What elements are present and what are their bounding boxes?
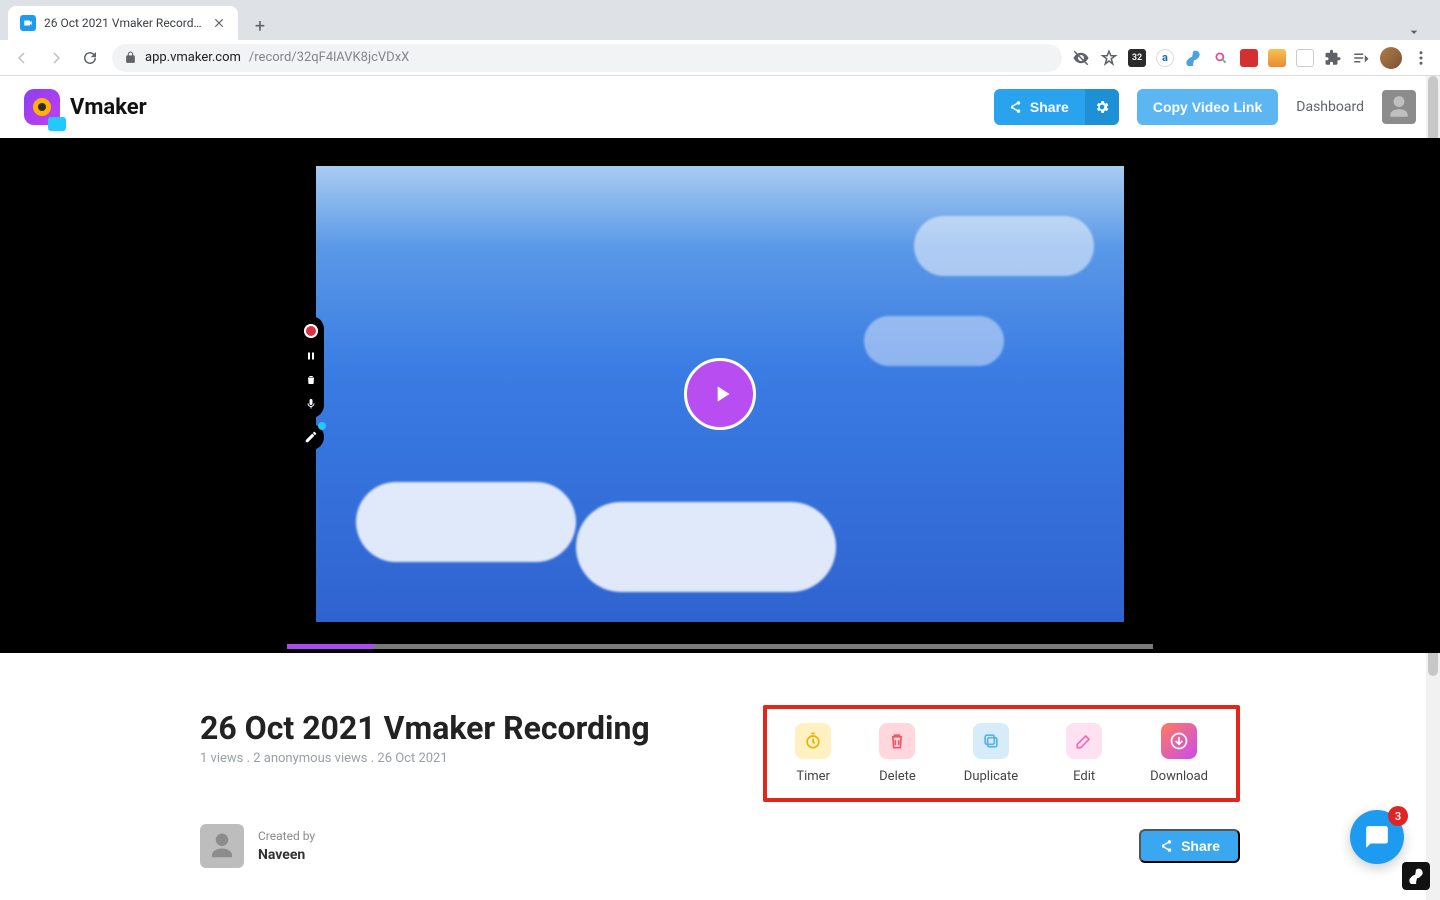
extension-red-icon[interactable] (1240, 49, 1258, 67)
copy-video-link-button[interactable]: Copy Video Link (1137, 89, 1278, 125)
new-tab-button[interactable]: + (246, 12, 274, 40)
brand-logo-icon (24, 89, 60, 125)
dashboard-link[interactable]: Dashboard (1296, 99, 1364, 115)
url-path: /record/32qF4lAVK8jcVDxX (249, 50, 409, 65)
created-by-label: Created by (258, 829, 315, 843)
tab-strip: 26 Oct 2021 Vmaker Recording + (0, 0, 1440, 40)
browser-chrome: 26 Oct 2021 Vmaker Recording + app.vmake… (0, 0, 1440, 76)
forward-button[interactable] (44, 46, 68, 70)
chat-icon (1364, 824, 1390, 850)
share-button[interactable]: Share (994, 89, 1119, 125)
chat-fab[interactable]: 3 (1350, 810, 1404, 864)
share-label: Share (1030, 99, 1069, 115)
draw-tool-icon[interactable] (298, 424, 324, 450)
share-settings-button[interactable] (1085, 89, 1119, 125)
video-thumbnail[interactable] (316, 166, 1124, 622)
extensions-menu-icon[interactable] (1324, 49, 1342, 67)
incognito-off-icon[interactable] (1072, 49, 1090, 67)
video-actions-row: Timer Delete Duplicate Edit Download (763, 705, 1240, 802)
tab-close-icon[interactable] (212, 16, 226, 30)
edit-icon (1066, 723, 1102, 759)
tab-title: 26 Oct 2021 Vmaker Recording (44, 16, 204, 30)
creator-name: Naveen (258, 847, 315, 863)
tab-favicon-icon (20, 15, 36, 31)
reload-button[interactable] (78, 46, 102, 70)
user-avatar[interactable] (1382, 90, 1416, 124)
extensions-row: 32 a (1072, 47, 1430, 69)
video-title: 26 Oct 2021 Vmaker Recording (200, 709, 650, 747)
share-icon (1159, 839, 1173, 853)
corner-widget[interactable] (1402, 862, 1430, 890)
video-progress-track[interactable] (287, 644, 1153, 649)
video-player-area (0, 138, 1440, 653)
person-icon (1386, 94, 1412, 120)
address-bar[interactable]: app.vmaker.com/record/32qF4lAVK8jcVDxX (112, 44, 1062, 72)
edit-action[interactable]: Edit (1066, 723, 1102, 784)
back-button[interactable] (10, 46, 34, 70)
extension-calendar-icon[interactable]: 32 (1128, 49, 1146, 67)
timer-action[interactable]: Timer (795, 723, 831, 784)
media-controls-icon[interactable] (1352, 49, 1370, 67)
delete-label: Delete (879, 769, 916, 784)
app-header: Vmaker Share Copy Video Link Dashboard (0, 76, 1440, 138)
extension-amazon-icon[interactable]: a (1156, 49, 1174, 67)
timer-icon (795, 723, 831, 759)
play-icon (709, 381, 735, 407)
pause-icon[interactable] (305, 350, 317, 362)
tabs-overflow-icon[interactable] (1406, 24, 1432, 40)
lock-icon (124, 51, 137, 64)
chat-badge: 3 (1388, 806, 1408, 826)
bookmark-star-icon[interactable] (1100, 49, 1118, 67)
browser-menu-icon[interactable] (1412, 49, 1430, 67)
url-host: app.vmaker.com (145, 50, 241, 65)
extension-doc-icon[interactable] (1296, 49, 1314, 67)
browser-toolbar: app.vmaker.com/record/32qF4lAVK8jcVDxX 3… (0, 40, 1440, 76)
creator-row: Created by Naveen Share (180, 824, 1260, 868)
record-button-icon[interactable] (304, 324, 318, 338)
link-icon (1408, 868, 1424, 884)
video-meta-line: 1 views . 2 anonymous views . 26 Oct 202… (200, 751, 650, 766)
brand-name: Vmaker (70, 95, 147, 120)
brand[interactable]: Vmaker (24, 89, 147, 125)
share-lower-label: Share (1181, 838, 1220, 854)
play-button[interactable] (684, 358, 756, 430)
creator-avatar-icon (200, 824, 244, 868)
extension-image-icon[interactable] (1268, 49, 1286, 67)
extension-link-icon[interactable] (1184, 49, 1202, 67)
extension-zoom-icon[interactable] (1212, 49, 1230, 67)
duplicate-action[interactable]: Duplicate (964, 723, 1018, 784)
download-action[interactable]: Download (1150, 723, 1208, 784)
recording-toolbar (298, 316, 324, 450)
delete-icon (879, 723, 915, 759)
delete-action[interactable]: Delete (879, 723, 916, 784)
download-icon (1161, 723, 1197, 759)
profile-avatar-icon[interactable] (1380, 47, 1402, 69)
trash-icon[interactable] (305, 374, 317, 386)
gear-icon (1094, 99, 1110, 115)
download-label: Download (1150, 769, 1208, 784)
duplicate-icon (973, 723, 1009, 759)
share-button-lower[interactable]: Share (1139, 829, 1240, 863)
duplicate-label: Duplicate (964, 769, 1018, 784)
edit-label: Edit (1073, 769, 1095, 784)
browser-tab[interactable]: 26 Oct 2021 Vmaker Recording (8, 6, 238, 40)
copy-link-label: Copy Video Link (1153, 99, 1262, 115)
share-icon (1008, 100, 1022, 114)
timer-label: Timer (796, 769, 830, 784)
mic-icon[interactable] (305, 398, 317, 410)
video-progress-fill (287, 644, 374, 649)
video-meta-section: 26 Oct 2021 Vmaker Recording 1 views . 2… (180, 653, 1260, 802)
